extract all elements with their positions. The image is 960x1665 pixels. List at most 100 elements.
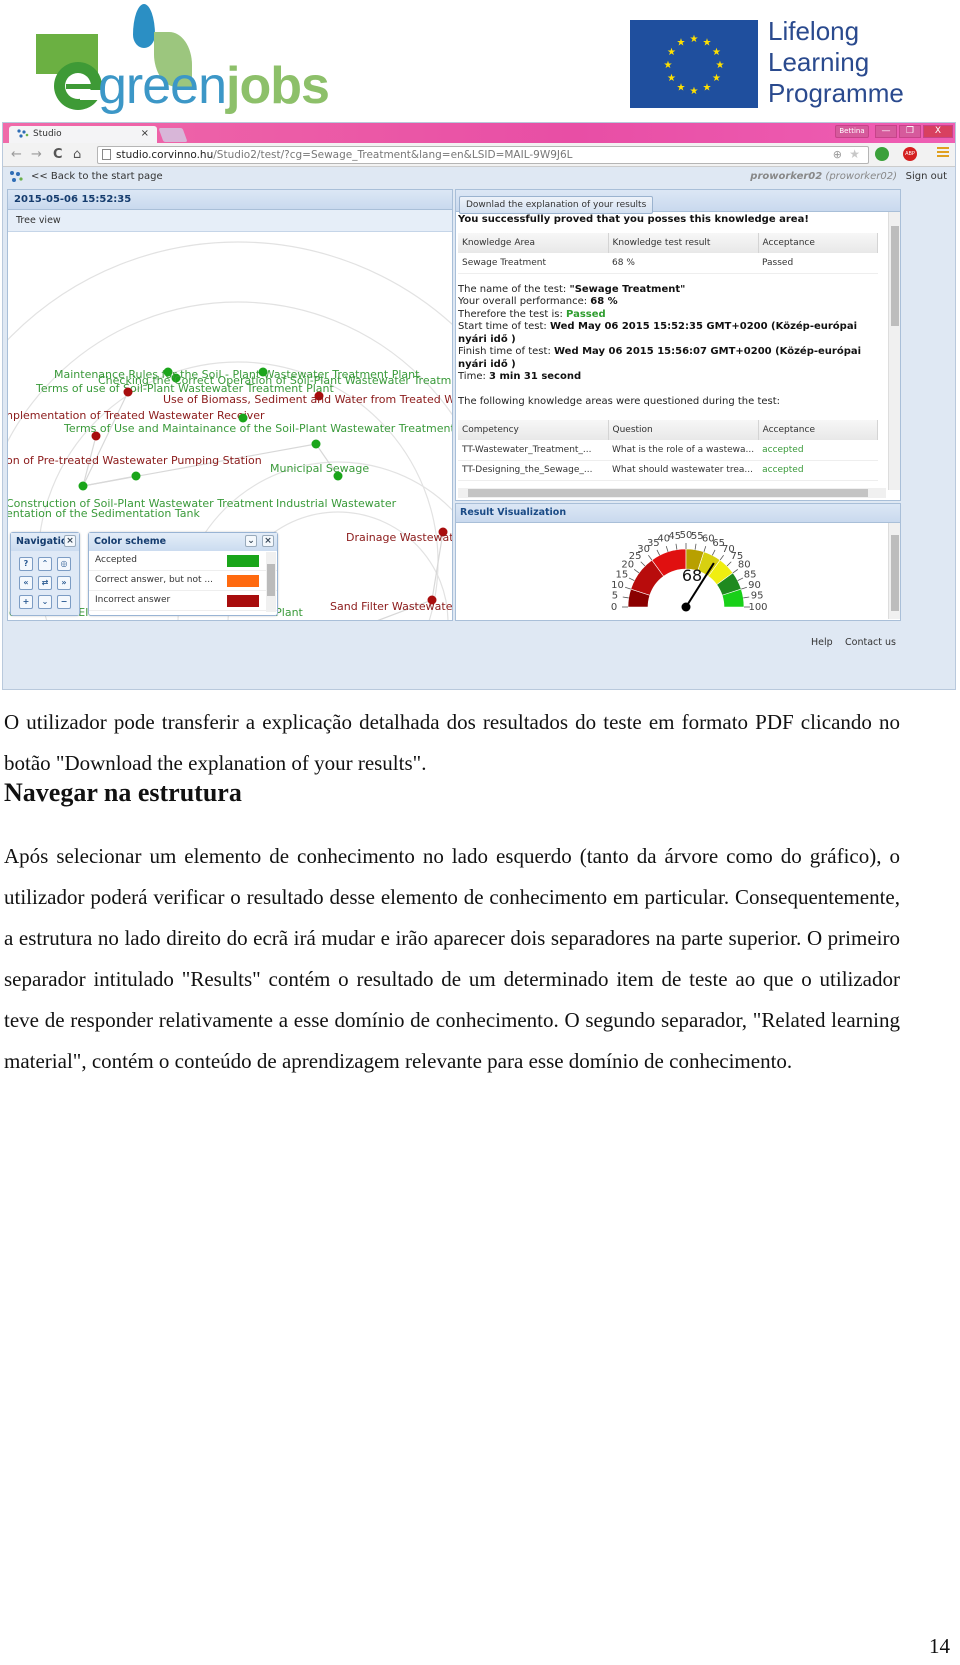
download-explanation-button[interactable]: Downlad the explanation of your results (459, 196, 654, 214)
sign-out-link[interactable]: Sign out (906, 171, 947, 182)
gauge-value: 68 (682, 566, 702, 585)
graph-node[interactable] (163, 367, 173, 377)
color-scheme-scrollbar[interactable] (266, 552, 276, 612)
graph-node-label[interactable]: Sand Filter Wastewater T (330, 600, 453, 613)
column-header[interactable]: Acceptance (758, 420, 879, 440)
graph-node[interactable] (333, 471, 343, 481)
egreenjobs-logo: greenjobs (36, 2, 356, 117)
logo-wordmark: greenjobs (98, 60, 330, 112)
up-button[interactable]: ⌃ (38, 557, 52, 571)
app-footer: Help Contact us (3, 623, 955, 653)
browser-menu-icon[interactable] (937, 147, 949, 159)
graph-node[interactable] (311, 439, 321, 449)
new-tab-button[interactable] (158, 128, 188, 142)
collapse-icon[interactable]: ⌄ (245, 535, 257, 547)
summary-table: Knowledge Area Knowledge test result Accep… (458, 233, 878, 274)
graph-node-label[interactable]: Industrial Wastewater (276, 497, 397, 510)
graph-node-label[interactable]: entation of the Sedimentation Tank (8, 507, 200, 520)
left-button[interactable]: « (19, 576, 33, 590)
page-number: 14 (929, 1634, 950, 1658)
zoom-icon[interactable]: ⊕ (833, 148, 842, 161)
horizontal-scrollbar[interactable] (458, 488, 886, 498)
results-pane: Downlad the explanation of your results … (455, 189, 901, 621)
forward-arrow-icon[interactable]: → (31, 147, 42, 162)
right-button[interactable]: » (57, 576, 71, 590)
graph-node-label[interactable]: Terms of Use and Maintainance of the Soi… (63, 422, 453, 435)
page-header: greenjobs ★ ★ ★ ★ ★ ★ ★ ★ ★ ★ ★ ★ Lifelong Learning… (0, 0, 960, 122)
close-icon[interactable]: × (262, 535, 274, 547)
graph-node-label[interactable]: Use of Biomass, Sediment and Water from … (163, 393, 453, 406)
competency-table: Competency Question Acceptance TT-Wastewat… (458, 420, 879, 481)
test-details: The name of the test: "Sewage Treatment"… (456, 284, 881, 409)
eu-star-icon: ★ (667, 47, 676, 58)
table-cell: Passed (758, 253, 878, 274)
column-header[interactable]: Question (608, 420, 759, 440)
graph-node[interactable] (91, 431, 101, 441)
help-button[interactable]: ? (19, 557, 33, 571)
adblock-extension-icon[interactable]: ABP (903, 147, 917, 161)
zoom-in-button[interactable]: + (19, 595, 33, 609)
browser-titlebar: Studio × Bettina — ❐ X (3, 123, 955, 143)
table-cell: TT-Designing_the_Sewage_... (458, 460, 608, 481)
eu-star-icon: ★ (690, 86, 699, 97)
column-header[interactable]: Competency (458, 420, 609, 440)
gauge-tick (656, 549, 661, 556)
close-window-button[interactable]: X (923, 125, 953, 138)
column-header[interactable]: Acceptance (758, 233, 878, 253)
graph-node[interactable] (123, 387, 133, 397)
down-button[interactable]: ⌄ (38, 595, 52, 609)
gauge-tick (625, 586, 631, 590)
label: Therefore the test is: (458, 308, 567, 320)
graph-node[interactable] (78, 481, 88, 491)
graph-node-label[interactable]: Drainage Wastewater (346, 531, 453, 544)
contact-link[interactable]: Contact us (845, 637, 896, 648)
minimize-button[interactable]: — (875, 125, 897, 138)
result-visualization-panel: 0 5 10 15 20 25 30 35 40 45 50 55 60 65 70 75 80 85 90 95 10… (455, 523, 901, 621)
gauge-tick (741, 586, 747, 590)
maximize-button[interactable]: ❐ (899, 125, 921, 138)
label: The name of the test: (458, 283, 570, 295)
zoom-out-button[interactable]: − (57, 595, 71, 609)
help-link[interactable]: Help (811, 637, 833, 648)
url-path: /Studio2/test/?cg=Sewage_Treatment&lang=… (213, 149, 573, 161)
bookmark-star-icon[interactable]: ★ (849, 147, 860, 161)
graph-node-label[interactable]: Municipal Sewage (270, 462, 369, 475)
tab-close-icon[interactable]: × (141, 128, 149, 139)
column-header[interactable]: Knowledge test result (608, 233, 759, 253)
eu-star-icon: ★ (703, 37, 712, 48)
reload-icon[interactable]: C (53, 147, 63, 162)
profile-chip[interactable]: Bettina (835, 125, 869, 138)
column-header[interactable]: Knowledge Area (458, 233, 609, 253)
table-row[interactable]: TT-Wastewater_Treatment_... What is the r… (458, 440, 878, 461)
color-scheme-label: Correct answer, but not ... (95, 575, 213, 585)
llp-line: Learning (768, 47, 870, 77)
address-bar[interactable]: studio.corvinno.hu/Studio2/test/?cg=Sewa… (97, 146, 869, 164)
graph-node[interactable] (131, 471, 141, 481)
gauge-tick (665, 546, 669, 552)
eu-star-icon: ★ (677, 83, 686, 94)
browser-tab[interactable]: Studio × (9, 126, 157, 143)
knowledge-graph-pane: 2015-05-06 15:52:35 Tree view Maintenanc… (7, 189, 453, 621)
tree-view-tab[interactable]: Tree view (8, 210, 452, 232)
gauge-tick (726, 561, 732, 567)
table-row[interactable]: Sewage Treatment 68 % Passed (458, 253, 878, 274)
center-button[interactable]: ◎ (57, 557, 71, 571)
vertical-scrollbar[interactable] (888, 212, 900, 490)
table-cell: 68 % (608, 253, 758, 274)
llp-line: Lifelong (768, 16, 860, 46)
gauge-tick-label: 95 (751, 591, 764, 602)
close-icon[interactable]: × (64, 535, 76, 547)
back-to-start-link[interactable]: << Back to the start page (31, 171, 163, 182)
swap-button[interactable]: ⇄ (38, 576, 52, 590)
color-scheme-label: Accepted (95, 555, 137, 565)
back-arrow-icon[interactable]: ← (11, 147, 22, 162)
gauge-tick-label: 85 (744, 569, 757, 580)
graph-node-label[interactable]: nplementation of Treated Wastewater Rece… (8, 409, 265, 422)
table-row[interactable]: TT-Designing_the_Sewage_... What should w… (458, 460, 878, 481)
graph-node-label[interactable]: on of Pre-treated Wastewater Pumping Sta… (8, 454, 262, 467)
hangouts-extension-icon[interactable] (875, 147, 889, 161)
page-icon (102, 149, 111, 160)
color-swatch (227, 575, 259, 587)
vertical-scrollbar[interactable] (888, 523, 900, 619)
home-icon[interactable]: ⌂ (73, 147, 81, 162)
